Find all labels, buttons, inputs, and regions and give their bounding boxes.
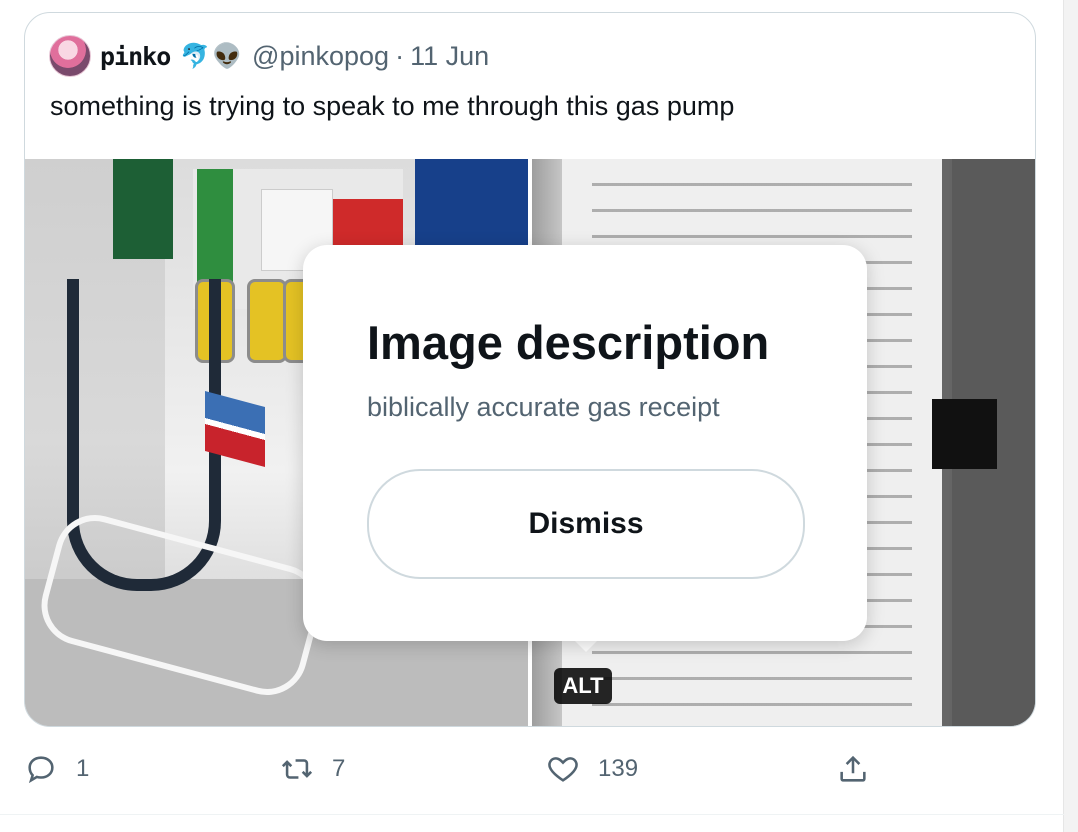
user-handle[interactable]: @pinkopog — [252, 41, 389, 72]
pump-screen — [415, 159, 528, 249]
tweet-header: pinko 🐬 👽 @pinkopog · 11 Jun — [49, 35, 489, 77]
reply-action[interactable]: 1 — [24, 752, 89, 786]
nozzle — [113, 159, 173, 259]
tweet-text: something is trying to speak to me throu… — [50, 91, 735, 121]
receipt-slot — [932, 399, 997, 469]
tweet-date[interactable]: 11 Jun — [410, 41, 489, 72]
like-action[interactable]: 139 — [546, 752, 638, 786]
share-icon — [840, 755, 866, 782]
divider — [0, 814, 1064, 815]
dolphin-emoji: 🐬 — [180, 42, 211, 70]
page-scrollbar-track — [1063, 0, 1078, 832]
alt-badge[interactable]: ALT — [554, 668, 612, 704]
retweet-action[interactable]: 7 — [280, 752, 345, 786]
avatar[interactable] — [49, 35, 91, 77]
popup-title: Image description — [367, 316, 770, 369]
like-count: 139 — [598, 755, 639, 782]
retweet-count: 7 — [332, 755, 346, 782]
retweet-icon — [281, 759, 313, 779]
grade-button-91 — [247, 279, 287, 363]
share-action[interactable] — [836, 752, 870, 786]
popup-arrow — [574, 640, 598, 652]
reply-icon — [28, 756, 54, 784]
meta-separator: · — [395, 40, 405, 71]
display-name[interactable]: pinko — [100, 42, 171, 71]
dismiss-button[interactable]: Dismiss — [367, 469, 805, 579]
alien-emoji: 👽 — [212, 42, 243, 70]
alt-text-popup: Image description biblically accurate ga… — [303, 245, 867, 641]
tweet-actions: 1 7 139 — [0, 752, 1064, 796]
image-description-text: biblically accurate gas receipt — [367, 392, 720, 422]
reply-count: 1 — [76, 755, 90, 782]
heart-icon — [548, 757, 578, 782]
